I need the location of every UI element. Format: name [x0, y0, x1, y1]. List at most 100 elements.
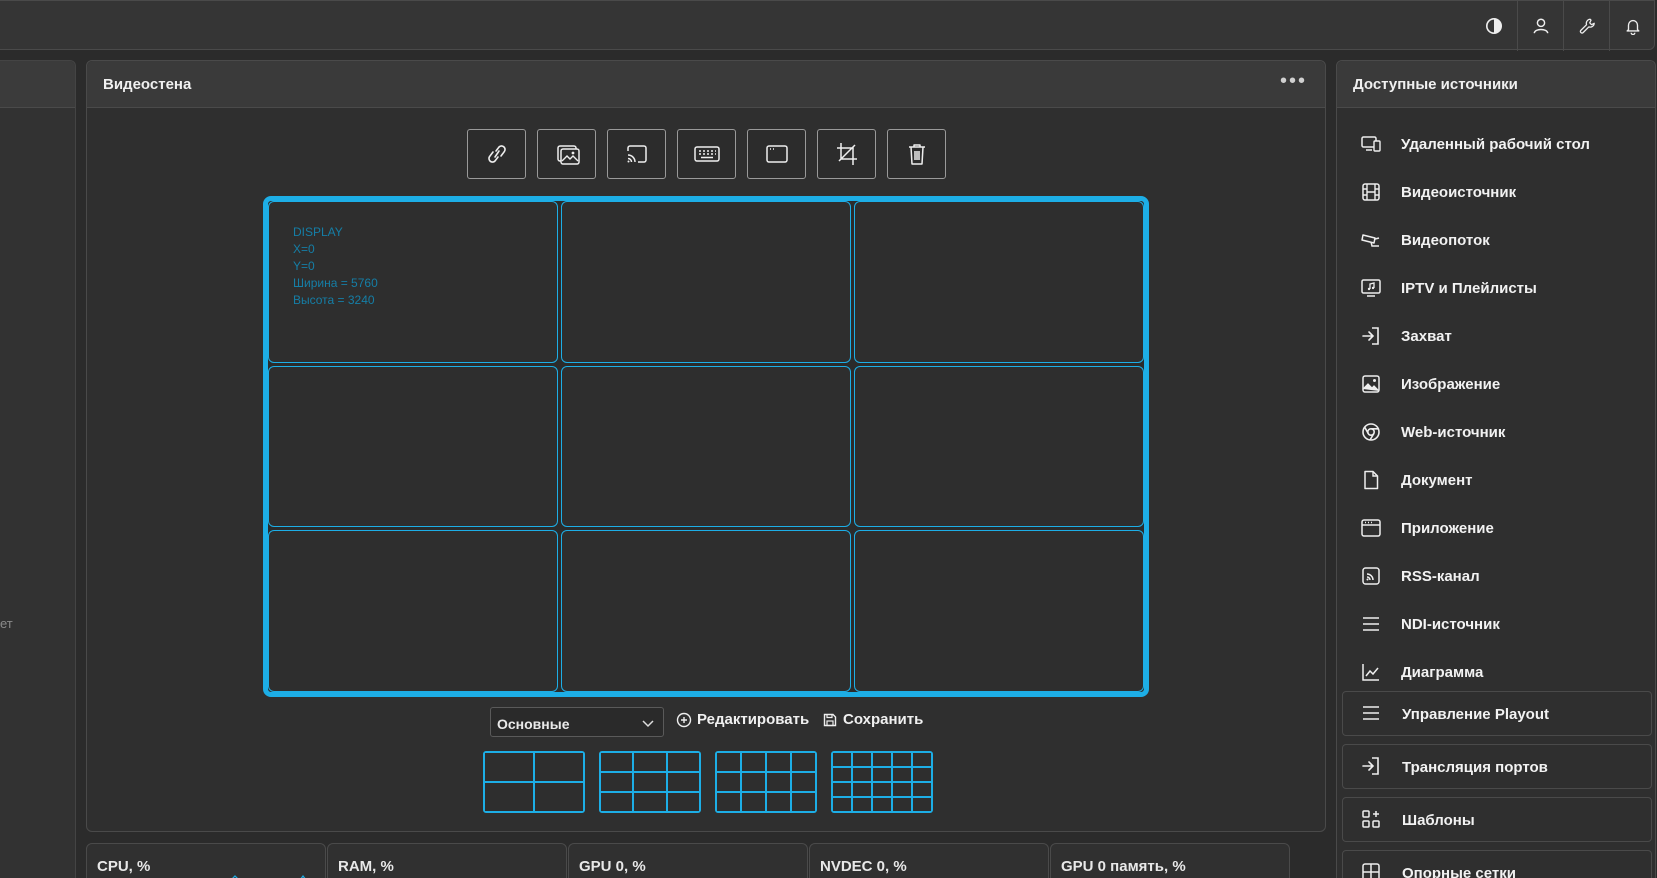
videowall-title: Видеостена	[103, 76, 192, 93]
wall-cell[interactable]	[561, 201, 851, 363]
metric-card: GPU 0 память, %	[1050, 843, 1290, 878]
layout-preset-cell	[852, 782, 872, 797]
layout-preset-cell	[741, 792, 766, 812]
wall-cell[interactable]	[268, 365, 558, 528]
contrast-icon[interactable]	[1471, 1, 1517, 51]
metric-label: GPU 0 память, %	[1061, 858, 1186, 875]
source-group[interactable]: Опорные сетки	[1342, 850, 1652, 878]
layout-preset-cell	[633, 752, 667, 772]
link-button[interactable]	[467, 129, 526, 179]
videowall-panel: Видеостена ••• DISPLAY X=0 Y=0 Ширина = …	[86, 60, 1326, 832]
metric-card: RAM, %	[327, 843, 567, 878]
layout-presets	[483, 751, 933, 813]
layout-preset-cell	[484, 752, 534, 782]
videowall-grid[interactable]: DISPLAY X=0 Y=0 Ширина = 5760 Высота = 3…	[263, 196, 1149, 697]
app-window-icon	[1359, 516, 1383, 540]
source-item[interactable]: Удаленный рабочий стол	[1359, 124, 1590, 164]
source-item[interactable]: Диаграмма	[1359, 652, 1483, 692]
chevron-down-icon	[642, 720, 654, 728]
metric-label: GPU 0, %	[579, 858, 646, 875]
user-icon[interactable]	[1517, 1, 1563, 51]
source-item[interactable]: Изображение	[1359, 364, 1500, 404]
metric-label: NVDEC 0, %	[820, 858, 907, 875]
save-button[interactable]: Сохранить	[822, 711, 923, 728]
source-group[interactable]: Шаблоны	[1342, 797, 1652, 842]
source-item-label: RSS-канал	[1401, 567, 1480, 585]
remote-desktop-icon	[1359, 132, 1383, 156]
videowall-toolbar	[467, 129, 946, 179]
wall-cell[interactable]	[854, 201, 1144, 363]
source-group[interactable]: Управление Playout	[1342, 691, 1652, 736]
layout-preset-4x3[interactable]	[715, 751, 817, 813]
sources-title: Доступные источники	[1353, 76, 1518, 93]
link-icon	[487, 145, 506, 163]
layout-preset-3x3[interactable]	[599, 751, 701, 813]
cast-button[interactable]	[607, 129, 666, 179]
source-group-label: Шаблоны	[1402, 812, 1475, 829]
metric-label: RAM, %	[338, 858, 394, 875]
sign-in-icon	[1360, 755, 1384, 779]
source-group[interactable]: Трансляция портов	[1342, 744, 1652, 789]
window-button[interactable]	[747, 129, 806, 179]
wall-cell[interactable]	[268, 530, 558, 692]
source-item[interactable]: Приложение	[1359, 508, 1494, 548]
source-item[interactable]: Видеопоток	[1359, 220, 1490, 260]
layout-preset-cell	[600, 792, 634, 812]
display-info: DISPLAY X=0 Y=0 Ширина = 5760 Высота = 3…	[293, 224, 378, 309]
layout-preset-cell	[852, 752, 872, 767]
crop-icon	[836, 143, 857, 165]
layout-preset-cell	[832, 797, 852, 812]
layout-preset-cell	[666, 772, 700, 792]
layout-preset-cell	[666, 752, 700, 772]
layout-preset-cell	[832, 752, 852, 767]
camera-icon	[1359, 228, 1383, 252]
layout-preset-2x2[interactable]	[483, 751, 585, 813]
save-label: Сохранить	[843, 711, 924, 728]
source-item[interactable]: NDI-источник	[1359, 604, 1500, 644]
wall-cell[interactable]: DISPLAY X=0 Y=0 Ширина = 5760 Высота = 3…	[268, 201, 558, 363]
image-source-button[interactable]	[537, 129, 596, 179]
layout-select[interactable]: Основные	[490, 707, 664, 737]
source-item-label: Удаленный рабочий стол	[1401, 135, 1590, 153]
display-y: Y=0	[293, 259, 315, 273]
wall-cell[interactable]	[561, 365, 851, 528]
keyboard-button[interactable]	[677, 129, 736, 179]
source-item[interactable]: Захват	[1359, 316, 1452, 356]
layout-preset-5x4[interactable]	[831, 751, 933, 813]
wall-cell[interactable]	[561, 530, 851, 692]
source-item[interactable]: IPTV и Плейлисты	[1359, 268, 1537, 308]
document-icon	[1359, 468, 1383, 492]
metric-label: CPU, %	[97, 858, 151, 875]
display-x: X=0	[293, 242, 315, 256]
source-item[interactable]: Документ	[1359, 460, 1473, 500]
layout-preset-cell	[912, 797, 932, 812]
metric-card: NVDEC 0, %	[809, 843, 1049, 878]
delete-button[interactable]	[887, 129, 946, 179]
left-panel-header	[0, 61, 75, 108]
bell-icon[interactable]	[1609, 1, 1655, 51]
source-item-label: NDI-источник	[1401, 615, 1500, 633]
source-item-label: Изображение	[1401, 375, 1501, 393]
templates-icon	[1360, 808, 1384, 832]
source-item[interactable]: RSS-канал	[1359, 556, 1480, 596]
sources-header: Доступные источники	[1337, 61, 1655, 108]
source-item-label: Web-источник	[1401, 423, 1506, 441]
wall-cell[interactable]	[854, 365, 1144, 528]
edit-button[interactable]: Редактировать	[676, 711, 809, 728]
layout-select-value: Основные	[497, 716, 570, 732]
layout-preset-cell	[872, 797, 892, 812]
source-item-label: Приложение	[1401, 519, 1494, 537]
wall-cell[interactable]	[854, 530, 1144, 692]
cpu-sparkline	[232, 875, 306, 878]
source-item[interactable]: Видеоисточник	[1359, 172, 1516, 212]
layout-preset-cell	[872, 752, 892, 767]
layout-preset-cell	[832, 767, 852, 782]
layout-preset-cell	[892, 782, 912, 797]
more-options-button[interactable]: •••	[1280, 70, 1307, 93]
window-icon	[765, 145, 788, 163]
crop-button[interactable]	[817, 129, 876, 179]
wrench-icon[interactable]	[1563, 1, 1609, 51]
grid-icon	[1360, 861, 1384, 878]
source-item[interactable]: Web-источник	[1359, 412, 1505, 452]
display-name: DISPLAY	[293, 225, 343, 239]
